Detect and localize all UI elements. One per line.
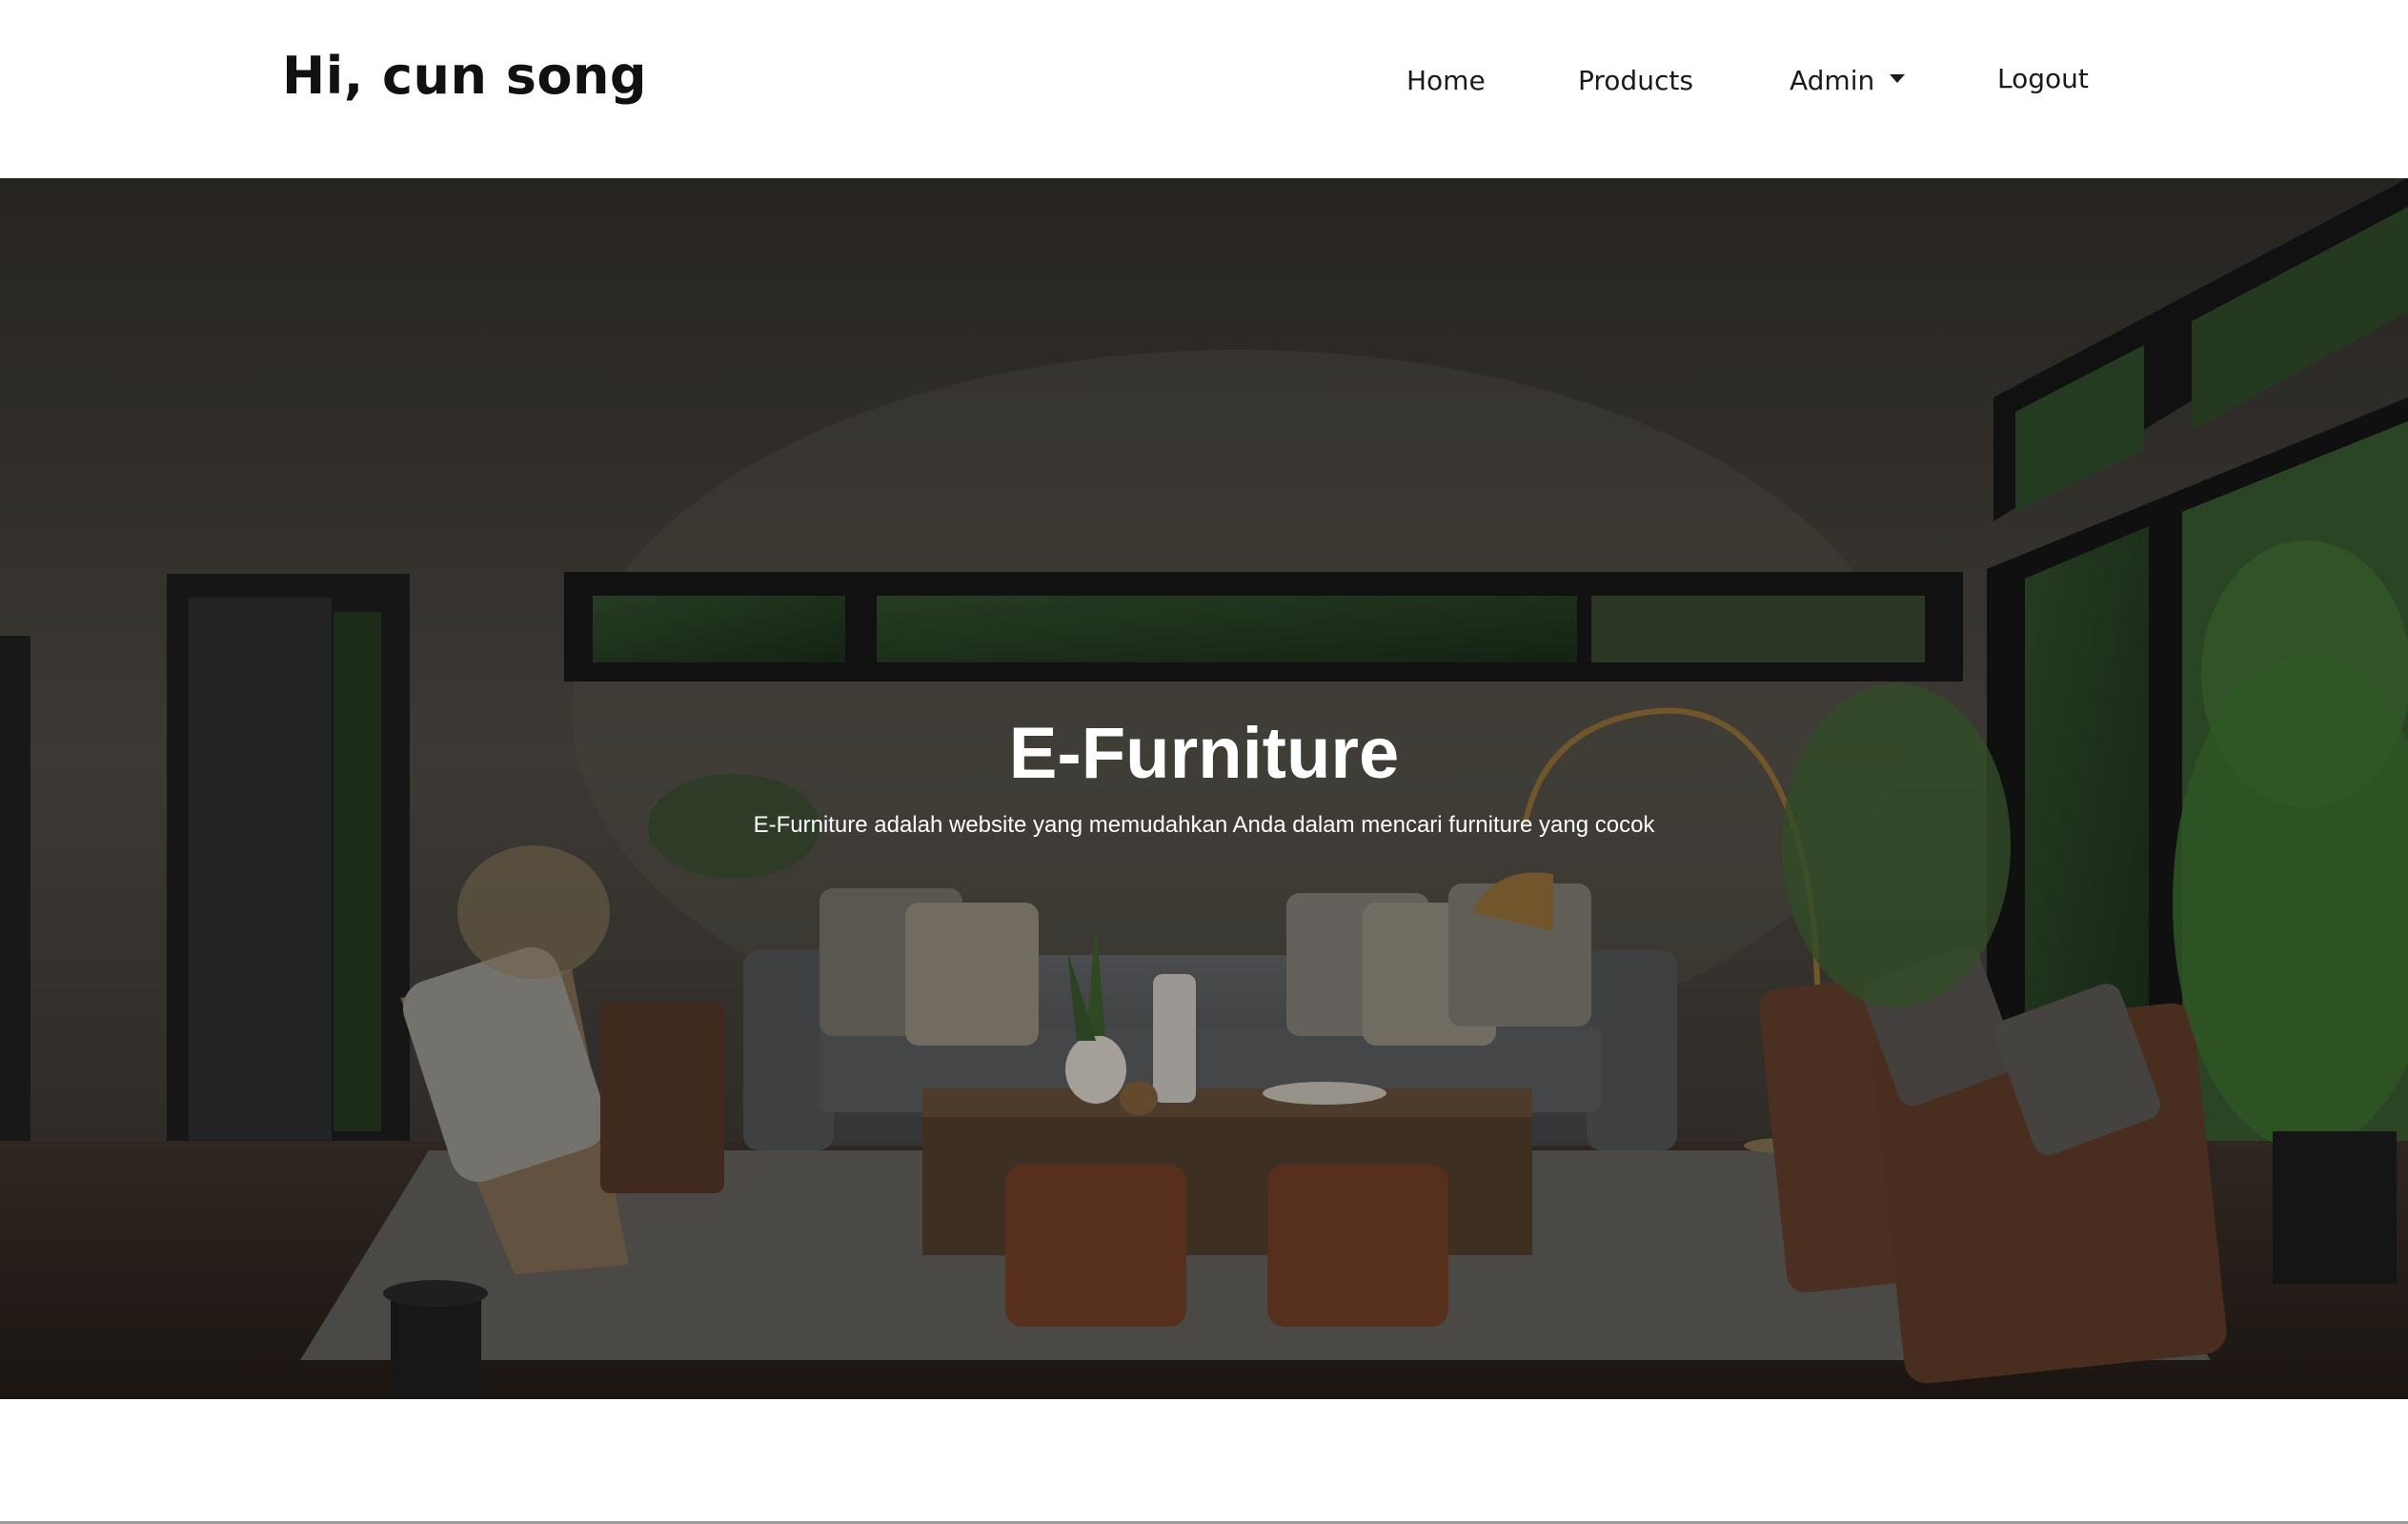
- nav-products-link[interactable]: Products: [1578, 65, 1693, 96]
- hero-subtitle: E-Furniture adalah website yang memudahk…: [753, 812, 1655, 838]
- nav-admin-label: Admin: [1790, 65, 1875, 96]
- nav-logout-link[interactable]: Logout: [1997, 63, 2089, 94]
- nav-admin-dropdown[interactable]: Admin: [1790, 65, 1906, 96]
- chevron-down-icon: [1890, 73, 1906, 83]
- nav-home-link[interactable]: Home: [1406, 65, 1486, 96]
- navbar: Hi, cun song Home Products Admin Logout: [0, 0, 2408, 178]
- hero-title: E-Furniture: [1008, 713, 1400, 794]
- hero-banner: E-Furniture E-Furniture adalah website y…: [0, 178, 2408, 1399]
- brand-greeting[interactable]: Hi, cun song: [282, 46, 647, 106]
